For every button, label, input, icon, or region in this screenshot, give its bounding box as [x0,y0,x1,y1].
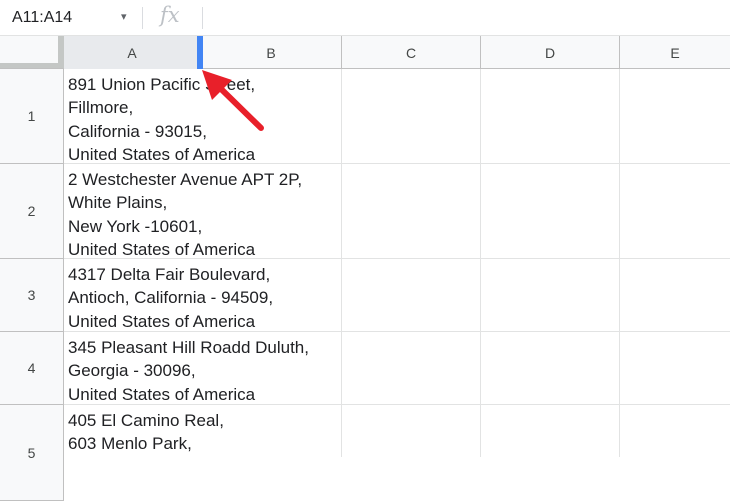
fx-icon: fx [160,3,180,27]
formula-bar-divider [142,7,143,29]
name-box[interactable]: A11:A14 ▾ [0,0,142,36]
column-divider [480,69,481,457]
cell-line: Antioch, California - 94509, [68,288,274,308]
column-header-e[interactable]: E [620,36,730,69]
row-header-4[interactable]: 4 [0,332,64,405]
cell-a4[interactable]: 345 Pleasant Hill Roadd Duluth, Georgia … [68,336,309,406]
cell-line: New York -10601, [68,216,203,236]
column-divider [341,69,342,457]
cell-a2[interactable]: 2 Westchester Avenue APT 2P, White Plain… [68,168,302,261]
cell-line: United States of America [68,311,256,331]
column-header-d[interactable]: D [481,36,620,69]
column-header-a[interactable]: A [64,36,201,69]
cell-line: White Plains, [68,193,168,213]
cell-line: 2 Westchester Avenue APT 2P, [68,170,303,189]
row-header-1[interactable]: 1 [0,69,64,164]
formula-bar-divider [202,7,203,29]
cell-line: 405 El Camino Real, [68,411,224,430]
cell-line: United States of America [68,384,256,404]
row-header-2[interactable]: 2 [0,164,64,259]
cell-line: 4317 Delta Fair Boulevard, [68,265,271,284]
red-arrow-icon [202,70,264,131]
cell-line: United States of America [68,239,256,259]
column-header-c[interactable]: C [342,36,481,69]
row-header-3[interactable]: 3 [0,259,64,332]
cell-line: Georgia - 30096, [68,361,196,381]
column-divider [619,69,620,457]
frozen-row-bar[interactable] [0,63,64,68]
row-header-5[interactable]: 5 [0,405,64,501]
cell-line: United States of America [68,144,256,164]
cell-a5[interactable]: 405 El Camino Real, 603 Menlo Park, [68,409,224,456]
cell-a3[interactable]: 4317 Delta Fair Boulevard, Antioch, Cali… [68,263,273,333]
chevron-down-icon[interactable]: ▾ [121,10,127,23]
cell-line: 603 Menlo Park, [68,434,192,454]
name-box-value[interactable]: A11:A14 [12,9,72,27]
cell-line: 345 Pleasant Hill Roadd Duluth, [68,338,309,357]
